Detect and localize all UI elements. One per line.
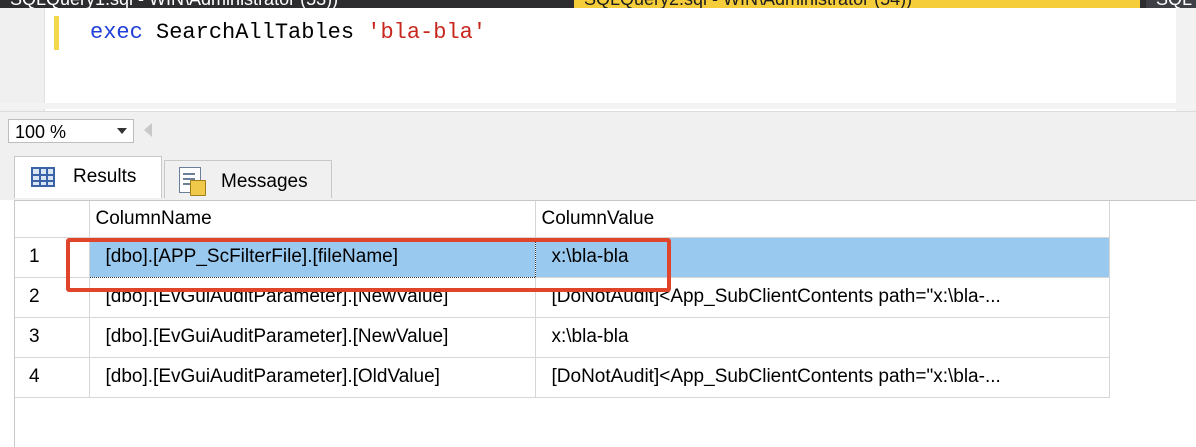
tab-messages[interactable]: Messages xyxy=(164,160,332,198)
column-header-columnname[interactable]: ColumnName xyxy=(89,201,536,238)
sql-procedure-name: SearchAllTables xyxy=(142,20,368,45)
zoom-value: 100 % xyxy=(15,122,67,142)
document-tab-query1[interactable]: SQLQuery1.sql - WIN\Administrator (53)) xyxy=(0,0,560,8)
row-number[interactable]: 2 xyxy=(15,277,90,318)
column-value-cell[interactable]: [DoNotAudit]<App_SubClientContents path=… xyxy=(535,357,1110,398)
column-value-cell[interactable]: x:\bla-bla xyxy=(535,237,1110,278)
code-line-1[interactable]: exec SearchAllTables 'bla-bla' xyxy=(90,20,486,46)
column-name-cell[interactable]: [dbo].[EvGuiAuditParameter].[NewValue] xyxy=(89,317,536,358)
grid-icon xyxy=(31,167,55,187)
results-grid[interactable]: ColumnName ColumnValue 1 [dbo].[APP_ScFi… xyxy=(14,200,1196,447)
results-table: ColumnName ColumnValue 1 [dbo].[APP_ScFi… xyxy=(15,201,1110,398)
editor-gutter xyxy=(0,8,45,111)
document-tab-query2[interactable]: SQLQuery2.sql - WIN\Administrator (54)) xyxy=(574,0,1140,8)
document-tab-strip: SQLQuery1.sql - WIN\Administrator (53)) … xyxy=(0,0,1196,8)
column-header-columnvalue[interactable]: ColumnValue xyxy=(535,201,1110,238)
sql-string-argument: 'bla-bla' xyxy=(367,20,487,45)
column-value-cell[interactable]: x:\bla-bla xyxy=(535,317,1110,358)
column-name-cell[interactable]: [dbo].[EvGuiAuditParameter].[OldValue] xyxy=(89,357,536,398)
messages-icon xyxy=(179,167,206,196)
zoom-bar: 100 % xyxy=(0,111,1196,149)
column-name-cell[interactable]: [dbo].[EvGuiAuditParameter].[NewValue] xyxy=(89,277,536,318)
table-row[interactable]: 4 [dbo].[EvGuiAuditParameter].[OldValue]… xyxy=(15,357,1110,398)
row-number[interactable]: 3 xyxy=(15,317,90,358)
tab-results-label: Results xyxy=(73,166,137,187)
change-indicator xyxy=(54,16,59,50)
table-row[interactable]: 2 [dbo].[EvGuiAuditParameter].[NewValue]… xyxy=(15,277,1110,318)
tab-results[interactable]: Results xyxy=(14,156,162,198)
column-value-cell[interactable]: [DoNotAudit]<App_SubClientContents path=… xyxy=(535,277,1110,318)
table-row[interactable]: 3 [dbo].[EvGuiAuditParameter].[NewValue]… xyxy=(15,317,1110,358)
query-editor[interactable]: exec SearchAllTables 'bla-bla' xyxy=(0,8,1196,111)
chevron-down-icon xyxy=(117,128,127,134)
table-row[interactable]: 1 [dbo].[APP_ScFilterFile].[fileName] x:… xyxy=(15,236,1110,278)
document-tab-third[interactable]: SQL xyxy=(1146,0,1196,8)
sql-keyword: exec xyxy=(90,20,143,45)
row-number[interactable]: 1 xyxy=(15,237,90,278)
editor-vertical-scrollbar[interactable] xyxy=(1176,8,1196,111)
column-name-cell[interactable]: [dbo].[APP_ScFilterFile].[fileName] xyxy=(88,236,536,278)
row-number-header[interactable] xyxy=(15,201,90,238)
tab-messages-label: Messages xyxy=(221,171,308,192)
editor-horizontal-scrollbar[interactable] xyxy=(0,103,1196,109)
header-row: ColumnName ColumnValue xyxy=(15,201,1110,238)
row-number[interactable]: 4 xyxy=(15,357,90,398)
result-tabs: Results Messages xyxy=(0,148,1196,200)
scroll-left-arrow-icon[interactable] xyxy=(144,123,152,137)
zoom-dropdown[interactable]: 100 % xyxy=(8,119,134,143)
